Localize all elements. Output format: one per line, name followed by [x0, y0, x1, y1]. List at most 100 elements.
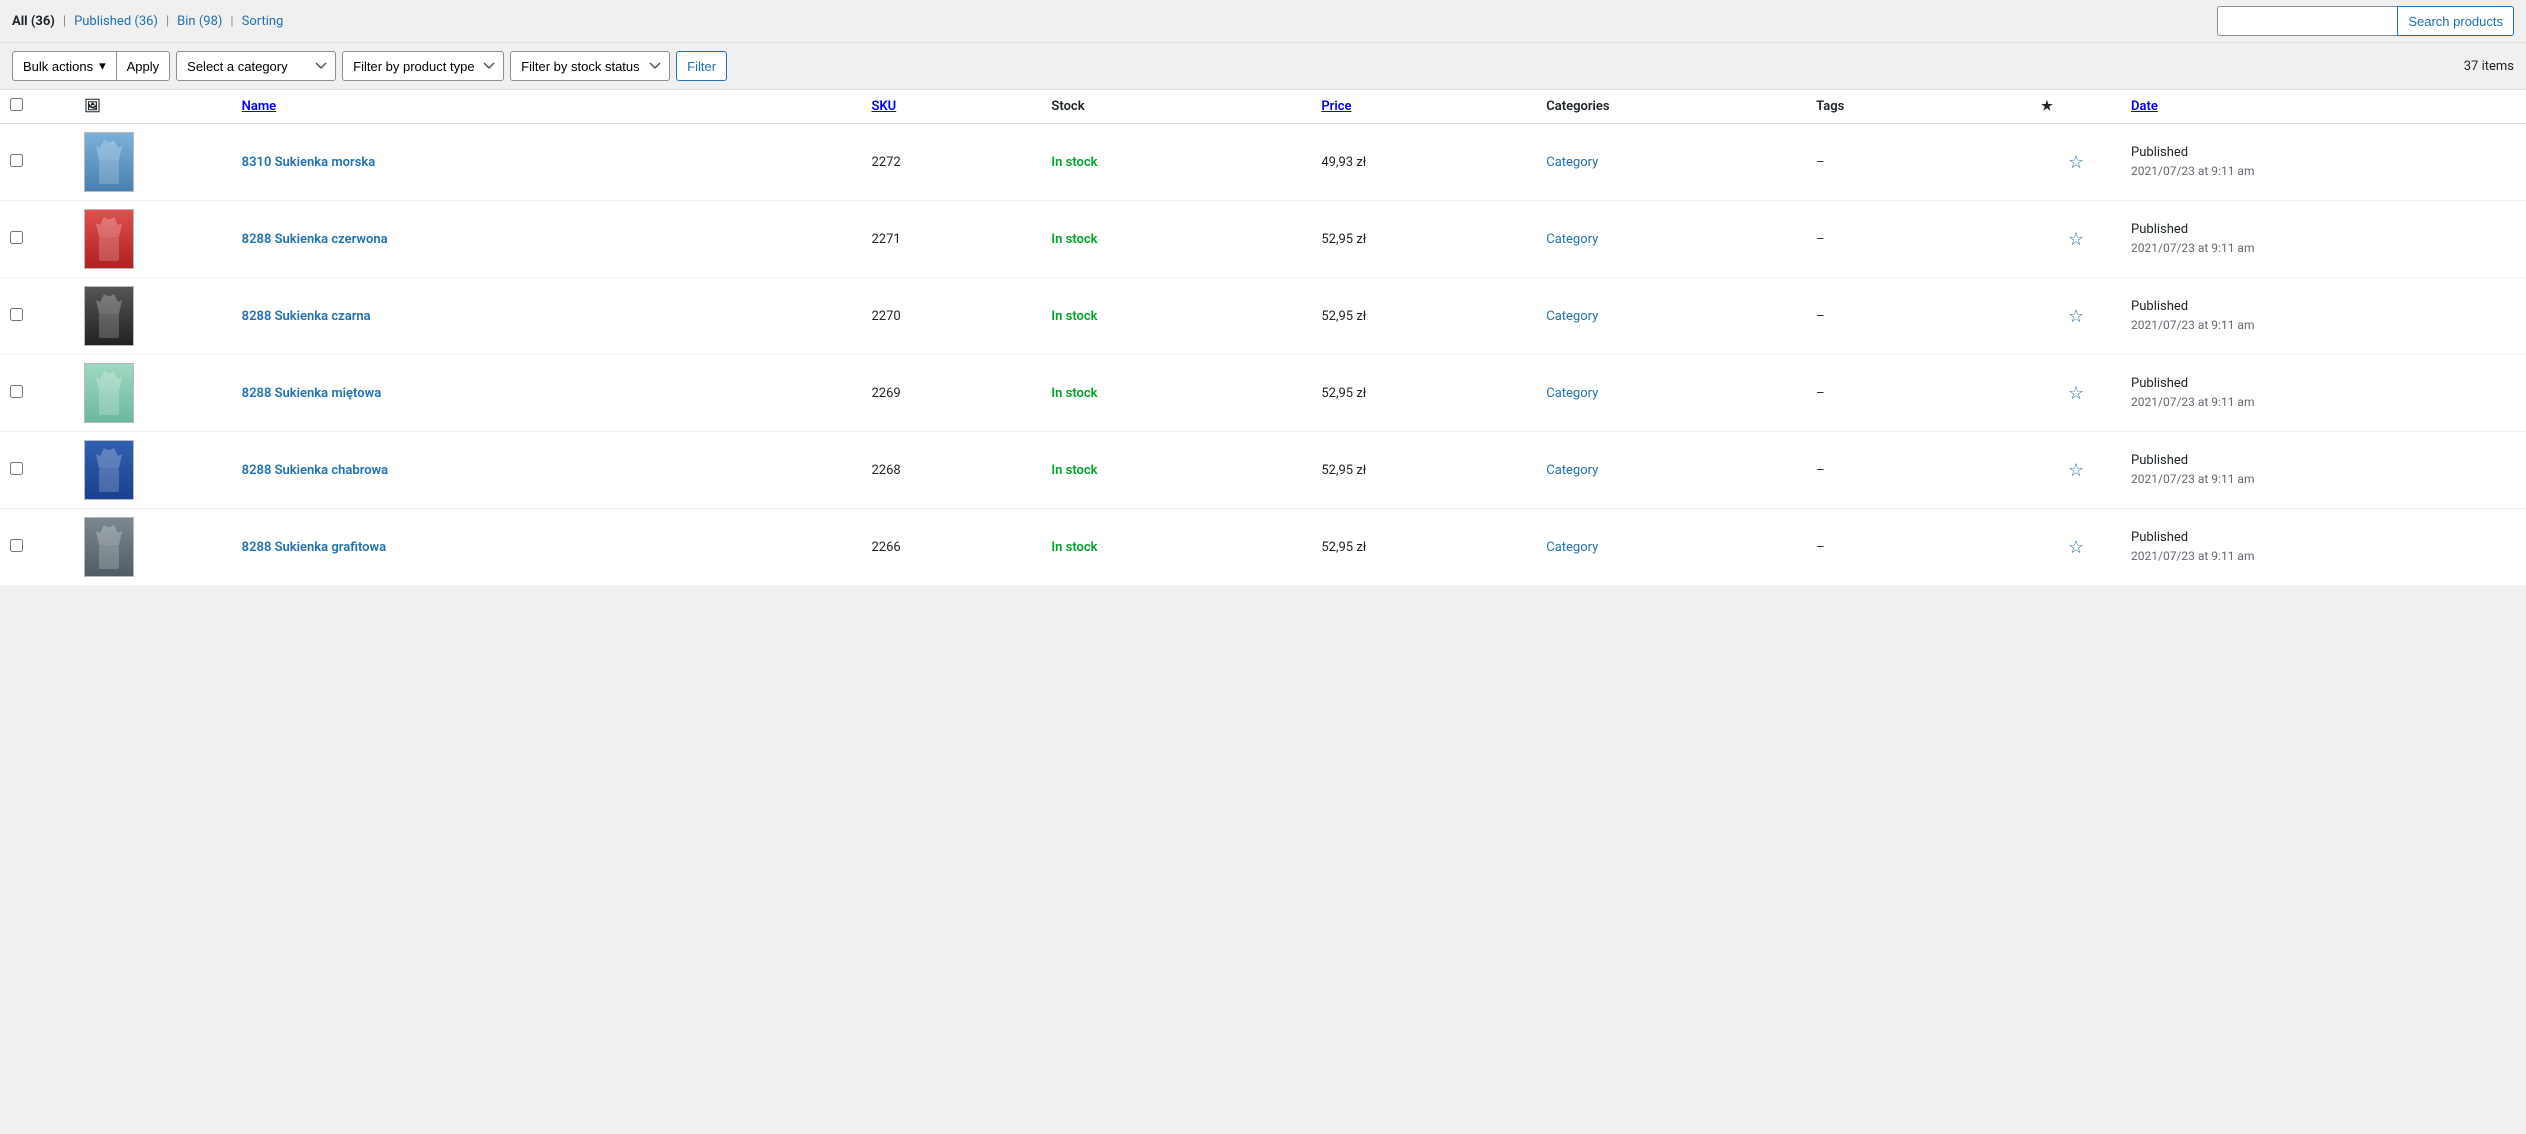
row-tags: – [1806, 355, 2031, 432]
publish-status: Published [2131, 299, 2188, 314]
table-row: 8288 Sukienka chabrowa 2268 In stock 52,… [0, 432, 2526, 509]
category-link[interactable]: Category [1546, 309, 1598, 324]
row-star-cell: ☆ [2031, 201, 2121, 278]
product-type-select[interactable]: Filter by product type [342, 51, 504, 81]
row-star-cell: ☆ [2031, 124, 2121, 201]
th-name: Name [232, 90, 862, 124]
select-all-checkbox[interactable] [10, 98, 23, 111]
product-name-link[interactable]: 8310 Sukienka morska [242, 155, 376, 170]
row-sku: 2266 [861, 509, 1041, 586]
row-category: Category [1536, 355, 1806, 432]
search-area: Search products [2217, 6, 2514, 36]
row-category: Category [1536, 509, 1806, 586]
row-checkbox[interactable] [10, 308, 23, 321]
bulk-actions-label: Bulk actions [23, 59, 93, 74]
th-tags: Tags [1806, 90, 2031, 124]
row-price: 52,95 zł [1311, 509, 1536, 586]
product-name-link[interactable]: 8288 Sukienka czerwona [242, 232, 388, 247]
row-product-name: 8288 Sukienka czarna [232, 278, 862, 355]
dress-icon [96, 217, 122, 261]
filter-button[interactable]: Filter [676, 51, 727, 81]
row-sku: 2271 [861, 201, 1041, 278]
row-image-cell [74, 509, 231, 586]
sep2: | [166, 14, 169, 29]
row-checkbox-cell [0, 355, 74, 432]
bulk-actions-button[interactable]: Bulk actions ▾ [12, 51, 117, 81]
row-checkbox-cell [0, 201, 74, 278]
all-filter[interactable]: All (36) [12, 14, 55, 29]
category-link[interactable]: Category [1546, 540, 1598, 555]
row-product-name: 8288 Sukienka czerwona [232, 201, 862, 278]
publish-date: 2021/07/23 at 9:11 am [2131, 164, 2254, 178]
row-product-name: 8310 Sukienka morska [232, 124, 862, 201]
row-checkbox[interactable] [10, 385, 23, 398]
row-checkbox[interactable] [10, 539, 23, 552]
in-stock-badge: In stock [1051, 309, 1097, 324]
row-checkbox[interactable] [10, 231, 23, 244]
star-toggle[interactable]: ☆ [2068, 383, 2084, 404]
in-stock-badge: In stock [1051, 463, 1097, 478]
in-stock-badge: In stock [1051, 232, 1097, 247]
bin-filter[interactable]: Bin (98) [177, 14, 222, 29]
row-star-cell: ☆ [2031, 278, 2121, 355]
star-toggle[interactable]: ☆ [2068, 460, 2084, 481]
row-sku: 2270 [861, 278, 1041, 355]
star-toggle[interactable]: ☆ [2068, 306, 2084, 327]
search-button[interactable]: Search products [2397, 6, 2514, 36]
row-checkbox-cell [0, 124, 74, 201]
table-row: 8288 Sukienka czerwona 2271 In stock 52,… [0, 201, 2526, 278]
apply-button[interactable]: Apply [117, 51, 171, 81]
category-link[interactable]: Category [1546, 232, 1598, 247]
row-stock: In stock [1041, 124, 1311, 201]
sku-sort-link[interactable]: SKU [871, 99, 896, 114]
th-star: ★ [2031, 90, 2121, 124]
row-price: 52,95 zł [1311, 278, 1536, 355]
filter-tabs: All (36) | Published (36) | Bin (98) | S… [12, 14, 283, 29]
top-bar: All (36) | Published (36) | Bin (98) | S… [0, 0, 2526, 43]
category-link[interactable]: Category [1546, 463, 1598, 478]
row-image-cell [74, 432, 231, 509]
items-count: 37 items [2464, 59, 2514, 74]
product-name-link[interactable]: 8288 Sukienka miętowa [242, 386, 382, 401]
product-name-link[interactable]: 8288 Sukienka grafitowa [242, 540, 386, 555]
dress-icon [96, 448, 122, 492]
th-categories: Categories [1536, 90, 1806, 124]
published-filter[interactable]: Published (36) [74, 14, 158, 29]
row-tags: – [1806, 432, 2031, 509]
category-select[interactable]: Select a category [176, 51, 336, 81]
row-price: 49,93 zł [1311, 124, 1536, 201]
search-input[interactable] [2217, 6, 2397, 36]
star-toggle[interactable]: ☆ [2068, 537, 2084, 558]
price-sort-link[interactable]: Price [1321, 99, 1351, 114]
product-thumbnail [84, 209, 134, 269]
row-stock: In stock [1041, 432, 1311, 509]
date-sort-link[interactable]: Date [2131, 99, 2158, 114]
row-category: Category [1536, 278, 1806, 355]
category-link[interactable]: Category [1546, 386, 1598, 401]
sorting-filter[interactable]: Sorting [242, 14, 284, 29]
publish-date: 2021/07/23 at 9:11 am [2131, 241, 2254, 255]
row-checkbox[interactable] [10, 462, 23, 475]
products-table: 🖼 Name SKU Stock Price Categories Tags ★… [0, 90, 2526, 586]
table-row: 8288 Sukienka miętowa 2269 In stock 52,9… [0, 355, 2526, 432]
star-toggle[interactable]: ☆ [2068, 152, 2084, 173]
row-date: Published 2021/07/23 at 9:11 am [2121, 355, 2526, 432]
row-stock: In stock [1041, 201, 1311, 278]
table-header-row: 🖼 Name SKU Stock Price Categories Tags ★… [0, 90, 2526, 124]
row-tags: – [1806, 278, 2031, 355]
bulk-actions-group: Bulk actions ▾ Apply [12, 51, 170, 81]
row-checkbox[interactable] [10, 154, 23, 167]
product-name-link[interactable]: 8288 Sukienka czarna [242, 309, 371, 324]
th-checkbox [0, 90, 74, 124]
category-link[interactable]: Category [1546, 155, 1598, 170]
row-stock: In stock [1041, 355, 1311, 432]
name-sort-link[interactable]: Name [242, 99, 276, 114]
product-name-link[interactable]: 8288 Sukienka chabrowa [242, 463, 388, 478]
sep3: | [230, 14, 233, 29]
image-icon: 🖼 [84, 99, 101, 114]
row-product-name: 8288 Sukienka grafitowa [232, 509, 862, 586]
stock-status-select[interactable]: Filter by stock status [510, 51, 670, 81]
star-toggle[interactable]: ☆ [2068, 229, 2084, 250]
product-thumbnail [84, 132, 134, 192]
publish-date: 2021/07/23 at 9:11 am [2131, 318, 2254, 332]
